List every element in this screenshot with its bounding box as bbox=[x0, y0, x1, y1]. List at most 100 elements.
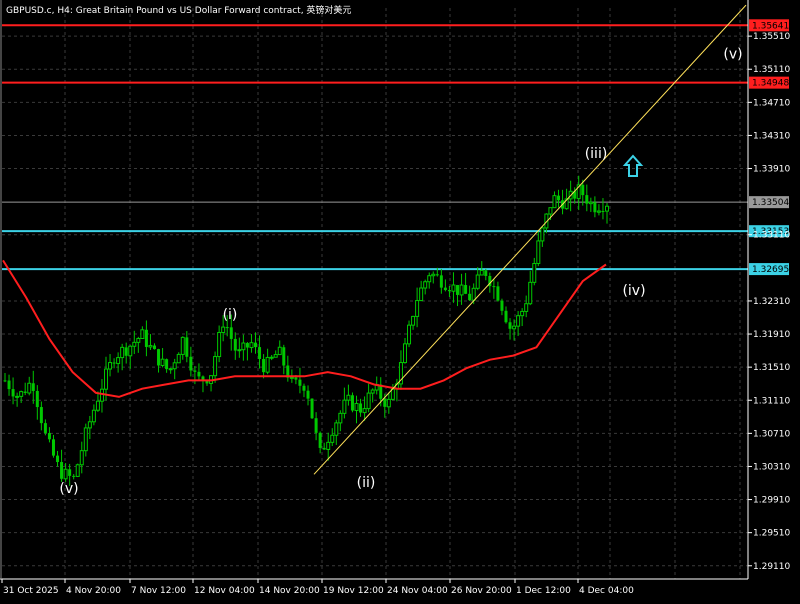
candle-body-bull bbox=[75, 464, 80, 477]
candle-body-bear bbox=[468, 293, 472, 301]
price-label-resistance: 1.34948 bbox=[752, 79, 789, 89]
candle-body-bear bbox=[262, 358, 266, 373]
candle-body-bull bbox=[15, 395, 20, 398]
horizontal-lines: 1.356411.349481.335041.331531.32695 bbox=[2, 19, 789, 276]
price-chart[interactable]: 1.35641 1.34948 1.33504 1.33153 1.32695 (v)(… bbox=[0, 0, 800, 600]
price-label-resistance: 1.35641 bbox=[752, 21, 789, 31]
candle-body-bear bbox=[68, 469, 72, 476]
candle-body-bull bbox=[87, 421, 92, 429]
candle-body-bull bbox=[104, 368, 109, 390]
candle-body-bull bbox=[148, 345, 153, 348]
candle-body-bear bbox=[350, 395, 354, 411]
candle-body-bull bbox=[334, 422, 339, 436]
candle-body-bear bbox=[245, 343, 249, 348]
candle-body-bear bbox=[314, 418, 318, 433]
candle-body-bear bbox=[306, 390, 310, 399]
candle-body-bear bbox=[500, 300, 504, 311]
candle-body-bull bbox=[120, 346, 125, 359]
candle-body-bear bbox=[51, 439, 55, 456]
candle-body-bull bbox=[221, 326, 226, 333]
wave-label: (ii) bbox=[357, 475, 376, 491]
candle-body-bear bbox=[60, 462, 64, 479]
candle-body-bull bbox=[552, 195, 557, 209]
candle-body-bull bbox=[512, 325, 517, 330]
candle-body-bull bbox=[548, 207, 553, 215]
candle-body-bear bbox=[35, 390, 39, 408]
candle-body-bull bbox=[354, 402, 359, 412]
y-tick-label: 1.30310 bbox=[753, 462, 790, 472]
candle-body-bull bbox=[136, 338, 141, 343]
x-tick-label: 1 Dec 12:00 bbox=[516, 586, 571, 596]
y-tick-label: 1.33910 bbox=[753, 165, 790, 175]
candle-body-bull bbox=[176, 353, 181, 364]
candle-body-bear bbox=[112, 362, 116, 364]
candle-body-bear bbox=[31, 383, 35, 391]
y-tick-label: 1.30710 bbox=[753, 429, 790, 439]
candle-body-bull bbox=[95, 400, 100, 411]
candle-body-bull bbox=[128, 345, 133, 357]
candle-body-bear bbox=[229, 327, 233, 339]
candle-body-bull bbox=[516, 315, 521, 327]
candle-body-bear bbox=[601, 211, 605, 213]
candle-body-bull bbox=[241, 342, 246, 351]
y-tick-label: 1.29910 bbox=[753, 496, 790, 506]
candle-body-bull bbox=[346, 394, 351, 401]
candle-body-bear bbox=[484, 270, 488, 276]
candle-body-bull bbox=[132, 341, 137, 347]
up-arrow-icon bbox=[622, 154, 644, 177]
candle-body-bull bbox=[27, 382, 32, 394]
candle-body-bull bbox=[370, 389, 375, 394]
candle-body-bull bbox=[427, 275, 432, 283]
candle-body-bull bbox=[524, 303, 529, 312]
candle-body-bull bbox=[419, 287, 424, 302]
candle-body-bear bbox=[496, 286, 500, 301]
wave-label: (iii) bbox=[585, 146, 608, 162]
candle-body-bear bbox=[359, 403, 363, 413]
candle-body-bull bbox=[402, 343, 407, 364]
price-label-support: 1.32695 bbox=[752, 265, 789, 275]
candle-body-bear bbox=[383, 398, 387, 407]
candle-body-bull bbox=[459, 284, 464, 296]
candle-body-bear bbox=[144, 329, 148, 347]
y-tick-label: 1.31510 bbox=[753, 363, 790, 373]
candle-body-bear bbox=[447, 290, 451, 292]
y-tick-label: 1.35510 bbox=[753, 32, 790, 42]
candle-body-bear bbox=[72, 475, 76, 477]
candle-body-bull bbox=[540, 227, 545, 242]
candle-body-bear bbox=[439, 275, 443, 288]
candle-body-bull bbox=[63, 468, 68, 480]
candle-body-bear bbox=[456, 284, 460, 295]
candle-body-bull bbox=[160, 358, 165, 366]
trendline-layer bbox=[313, 4, 747, 475]
candle-body-bear bbox=[443, 287, 447, 291]
candle-body-bull bbox=[342, 399, 347, 414]
x-tick-label: 7 Nov 12:00 bbox=[131, 586, 186, 596]
wave-label: (i) bbox=[223, 307, 238, 323]
candle-body-bull bbox=[479, 269, 484, 276]
candle-body-bear bbox=[310, 398, 314, 419]
candle-body-bull bbox=[366, 392, 371, 410]
candle-body-bear bbox=[253, 342, 257, 348]
candle-body-bull bbox=[532, 262, 537, 283]
candle-body-bear bbox=[43, 423, 47, 434]
candle-body-bull bbox=[326, 441, 331, 450]
chart-canvas[interactable]: 1.356411.349481.335041.331531.32695 (v)(… bbox=[0, 0, 800, 600]
candle-body-bull bbox=[338, 412, 343, 424]
x-tick-label: 26 Nov 20:00 bbox=[451, 586, 512, 596]
candle-body-bear bbox=[23, 391, 27, 394]
candle-body-bull bbox=[588, 201, 593, 205]
candle-body-bull bbox=[330, 434, 335, 443]
candle-body-bull bbox=[83, 427, 88, 452]
candle-body-bear bbox=[165, 359, 169, 370]
candle-body-bull bbox=[99, 388, 104, 402]
candles bbox=[3, 175, 609, 486]
candle-body-bull bbox=[605, 205, 609, 212]
candle-body-bull bbox=[289, 376, 294, 379]
y-tick-label: 1.29110 bbox=[753, 562, 790, 572]
candle-body-bull bbox=[217, 331, 222, 358]
y-tick-label: 1.33110 bbox=[753, 231, 790, 241]
x-tick-label: 19 Nov 12:00 bbox=[323, 586, 384, 596]
candle-body-bear bbox=[233, 338, 237, 351]
candle-body-bear bbox=[157, 349, 161, 366]
y-tick-label: 1.34310 bbox=[753, 131, 790, 141]
